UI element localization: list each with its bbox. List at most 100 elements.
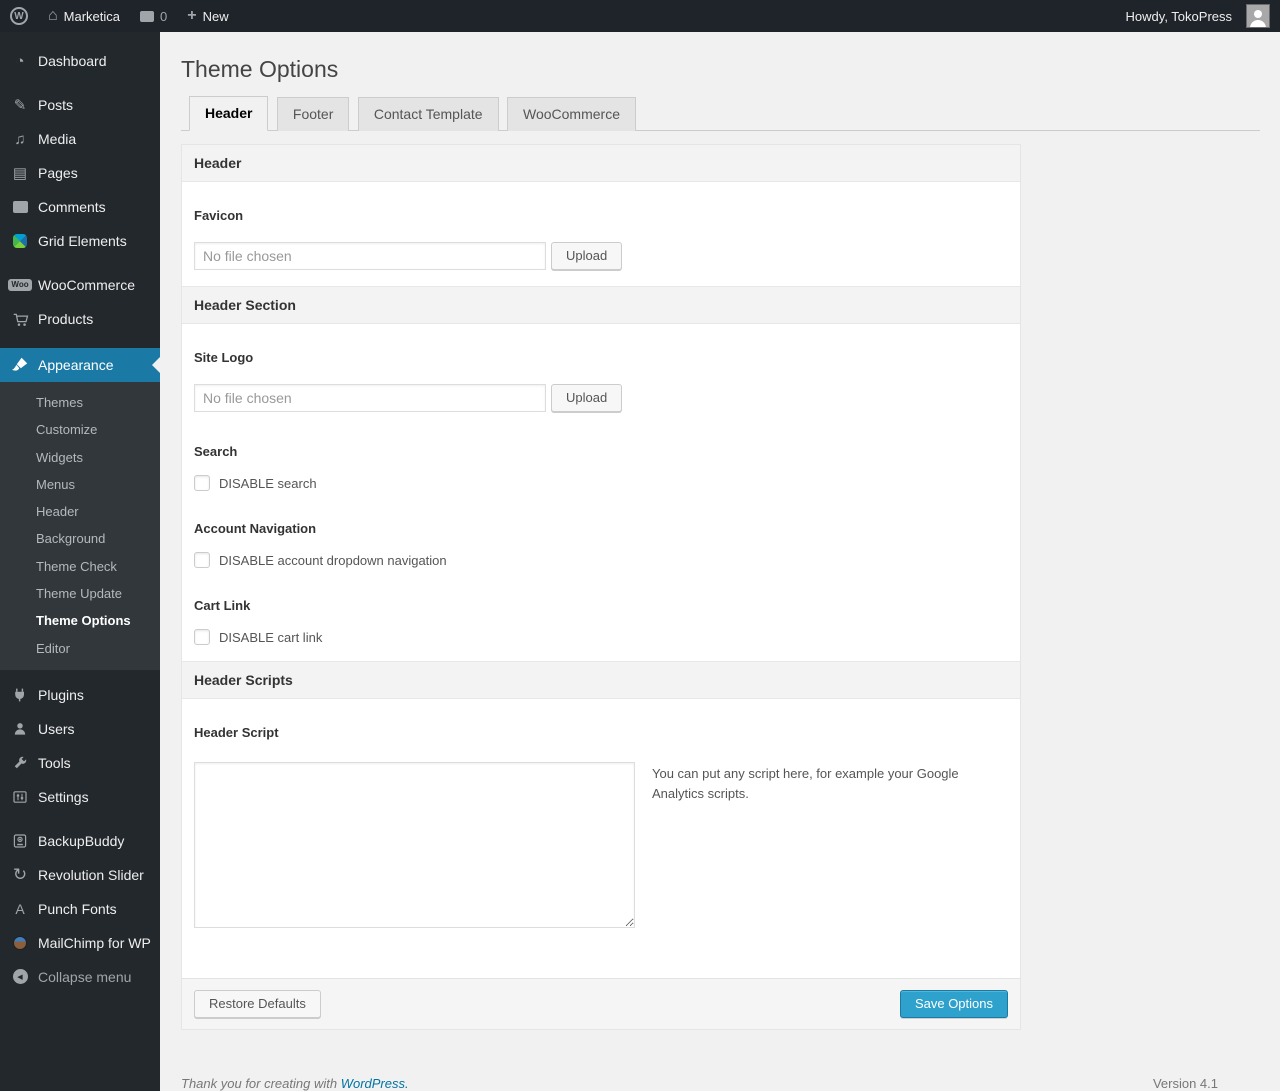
- header-script-note: You can put any script here, for example…: [652, 766, 959, 802]
- sidebar-item-users[interactable]: Users: [0, 712, 160, 746]
- submenu-item-customize[interactable]: Customize: [0, 416, 160, 443]
- appearance-submenu: Themes Customize Widgets Menus Header Ba…: [0, 382, 160, 670]
- favicon-file-input[interactable]: [194, 242, 546, 270]
- admin-bar: W ⌂ Marketica 0 + New Howdy, TokoPress: [0, 0, 1280, 32]
- admin-bar-left: W ⌂ Marketica 0 + New: [0, 0, 239, 32]
- submenu-item-menus[interactable]: Menus: [0, 471, 160, 498]
- sidebar-item-comments[interactable]: Comments: [0, 190, 160, 224]
- submenu-item-theme-update[interactable]: Theme Update: [0, 580, 160, 607]
- section-header: Header: [182, 145, 1020, 182]
- disable-cart-link-checkbox[interactable]: [194, 629, 210, 645]
- theme-options-panel: Header Favicon Upload Header Section Sit…: [181, 144, 1021, 1030]
- submenu-item-widgets[interactable]: Widgets: [0, 444, 160, 471]
- footer-version: Version 4.1: [1152, 1076, 1218, 1091]
- header-script-label: Header Script: [194, 725, 279, 740]
- wordpress-logo-icon: W: [10, 7, 28, 25]
- menu-separator: [0, 670, 160, 678]
- collapse-menu-button[interactable]: ◀ Collapse menu: [0, 960, 160, 994]
- submenu-item-theme-check[interactable]: Theme Check: [0, 553, 160, 580]
- wrench-icon: [9, 755, 31, 771]
- disable-cart-link-label: DISABLE cart link: [219, 629, 323, 645]
- home-icon: ⌂: [48, 7, 58, 24]
- sidebar-item-tools[interactable]: Tools: [0, 746, 160, 780]
- wp-logo-menu[interactable]: W: [0, 0, 38, 32]
- menu-separator: [0, 336, 160, 348]
- sidebar-item-posts[interactable]: ✎ Posts: [0, 88, 160, 122]
- page-title: Theme Options: [181, 56, 339, 82]
- submenu-item-background[interactable]: Background: [0, 525, 160, 552]
- new-content-menu[interactable]: + New: [177, 0, 238, 32]
- new-label: New: [202, 8, 229, 24]
- tab-bar: Header Footer Contact Template WooCommer…: [181, 96, 1260, 131]
- cart-link-label: Cart Link: [194, 598, 251, 613]
- submenu-item-header[interactable]: Header: [0, 498, 160, 525]
- backup-drive-icon: [9, 833, 31, 849]
- sidebar-item-mailchimp[interactable]: MailChimp for WP: [0, 926, 160, 960]
- tab-contact-template[interactable]: Contact Template: [357, 97, 499, 131]
- comment-bubble-icon: [140, 10, 155, 22]
- plug-icon: [9, 687, 31, 703]
- submit-bar: Restore Defaults Save Options: [182, 978, 1020, 1029]
- letter-a-icon: A: [15, 900, 25, 917]
- comments-bubble-icon: [9, 201, 31, 213]
- footer-thanks-text: Thank you for creating with: [181, 1076, 338, 1091]
- brush-icon: [9, 357, 31, 373]
- plus-icon: +: [187, 7, 197, 24]
- section-header-section: Header Section: [182, 286, 1020, 324]
- menu-separator: [0, 78, 160, 88]
- disable-search-checkbox[interactable]: [194, 475, 210, 491]
- favicon-upload-button[interactable]: Upload: [551, 242, 623, 270]
- site-name-label: Marketica: [63, 8, 121, 24]
- user-icon: [9, 721, 31, 737]
- submenu-item-editor[interactable]: Editor: [0, 635, 160, 662]
- sidebar-item-plugins[interactable]: Plugins: [0, 678, 160, 712]
- admin-footer: Thank you for creating with WordPress. V…: [160, 1030, 1249, 1091]
- submenu-item-themes[interactable]: Themes: [0, 389, 160, 416]
- sidebar-item-grid-elements[interactable]: Grid Elements: [0, 224, 160, 258]
- disable-search-label: DISABLE search: [219, 475, 317, 491]
- sidebar-item-products[interactable]: Products: [0, 302, 160, 336]
- sidebar-item-revolution-slider[interactable]: ↻ Revolution Slider: [0, 858, 160, 892]
- wordpress-link[interactable]: WordPress.: [341, 1076, 409, 1091]
- site-logo-label: Site Logo: [194, 350, 254, 365]
- header-script-textarea[interactable]: [194, 762, 635, 928]
- site-name-link[interactable]: ⌂ Marketica: [38, 0, 130, 32]
- current-menu-arrow-icon: [144, 357, 160, 373]
- grid-pinwheel-icon: [9, 234, 31, 248]
- pin-icon: ✎: [13, 96, 27, 114]
- main-content: Theme Options Header Footer Contact Temp…: [160, 32, 1280, 1091]
- sidebar-item-settings[interactable]: Settings: [0, 780, 160, 814]
- monkey-icon: [9, 935, 31, 950]
- media-icon: ♫: [14, 130, 26, 148]
- howdy-account-menu[interactable]: Howdy, TokoPress: [1116, 0, 1272, 32]
- collapse-arrow-icon: ◀: [9, 969, 31, 985]
- sidebar-item-dashboard[interactable]: ◔ Dashboard: [0, 44, 160, 78]
- sidebar-item-pages[interactable]: ▤ Pages: [0, 156, 160, 190]
- cart-icon: [9, 311, 31, 328]
- sidebar-item-punch-fonts[interactable]: A Punch Fonts: [0, 892, 160, 926]
- search-label: Search: [194, 444, 238, 459]
- menu-separator: [0, 814, 160, 824]
- account-navigation-label: Account Navigation: [194, 521, 317, 536]
- sidebar-item-woocommerce[interactable]: Woo WooCommerce: [0, 268, 160, 302]
- avatar: [1246, 4, 1270, 28]
- dashboard-icon: ◔: [15, 52, 25, 70]
- site-logo-upload-button[interactable]: Upload: [551, 384, 623, 412]
- woo-badge-icon: Woo: [8, 279, 32, 291]
- menu-separator: [0, 258, 160, 268]
- restore-defaults-button[interactable]: Restore Defaults: [194, 990, 321, 1018]
- sidebar-item-backupbuddy[interactable]: BackupBuddy: [0, 824, 160, 858]
- sidebar-item-media[interactable]: ♫ Media: [0, 122, 160, 156]
- sidebar-item-appearance[interactable]: Appearance: [0, 348, 160, 382]
- site-logo-file-input[interactable]: [194, 384, 546, 412]
- refresh-icon: ↻: [12, 865, 28, 885]
- tab-header[interactable]: Header: [189, 96, 269, 131]
- save-options-button[interactable]: Save Options: [899, 990, 1008, 1018]
- tab-footer[interactable]: Footer: [276, 97, 350, 131]
- submenu-item-theme-options[interactable]: Theme Options: [0, 607, 160, 634]
- footer-thanks: Thank you for creating with WordPress.: [181, 1076, 409, 1091]
- comments-shortcut[interactable]: 0: [130, 0, 177, 32]
- pages-icon: ▤: [12, 164, 28, 182]
- tab-woocommerce[interactable]: WooCommerce: [507, 97, 636, 131]
- disable-account-dropdown-checkbox[interactable]: [194, 552, 210, 568]
